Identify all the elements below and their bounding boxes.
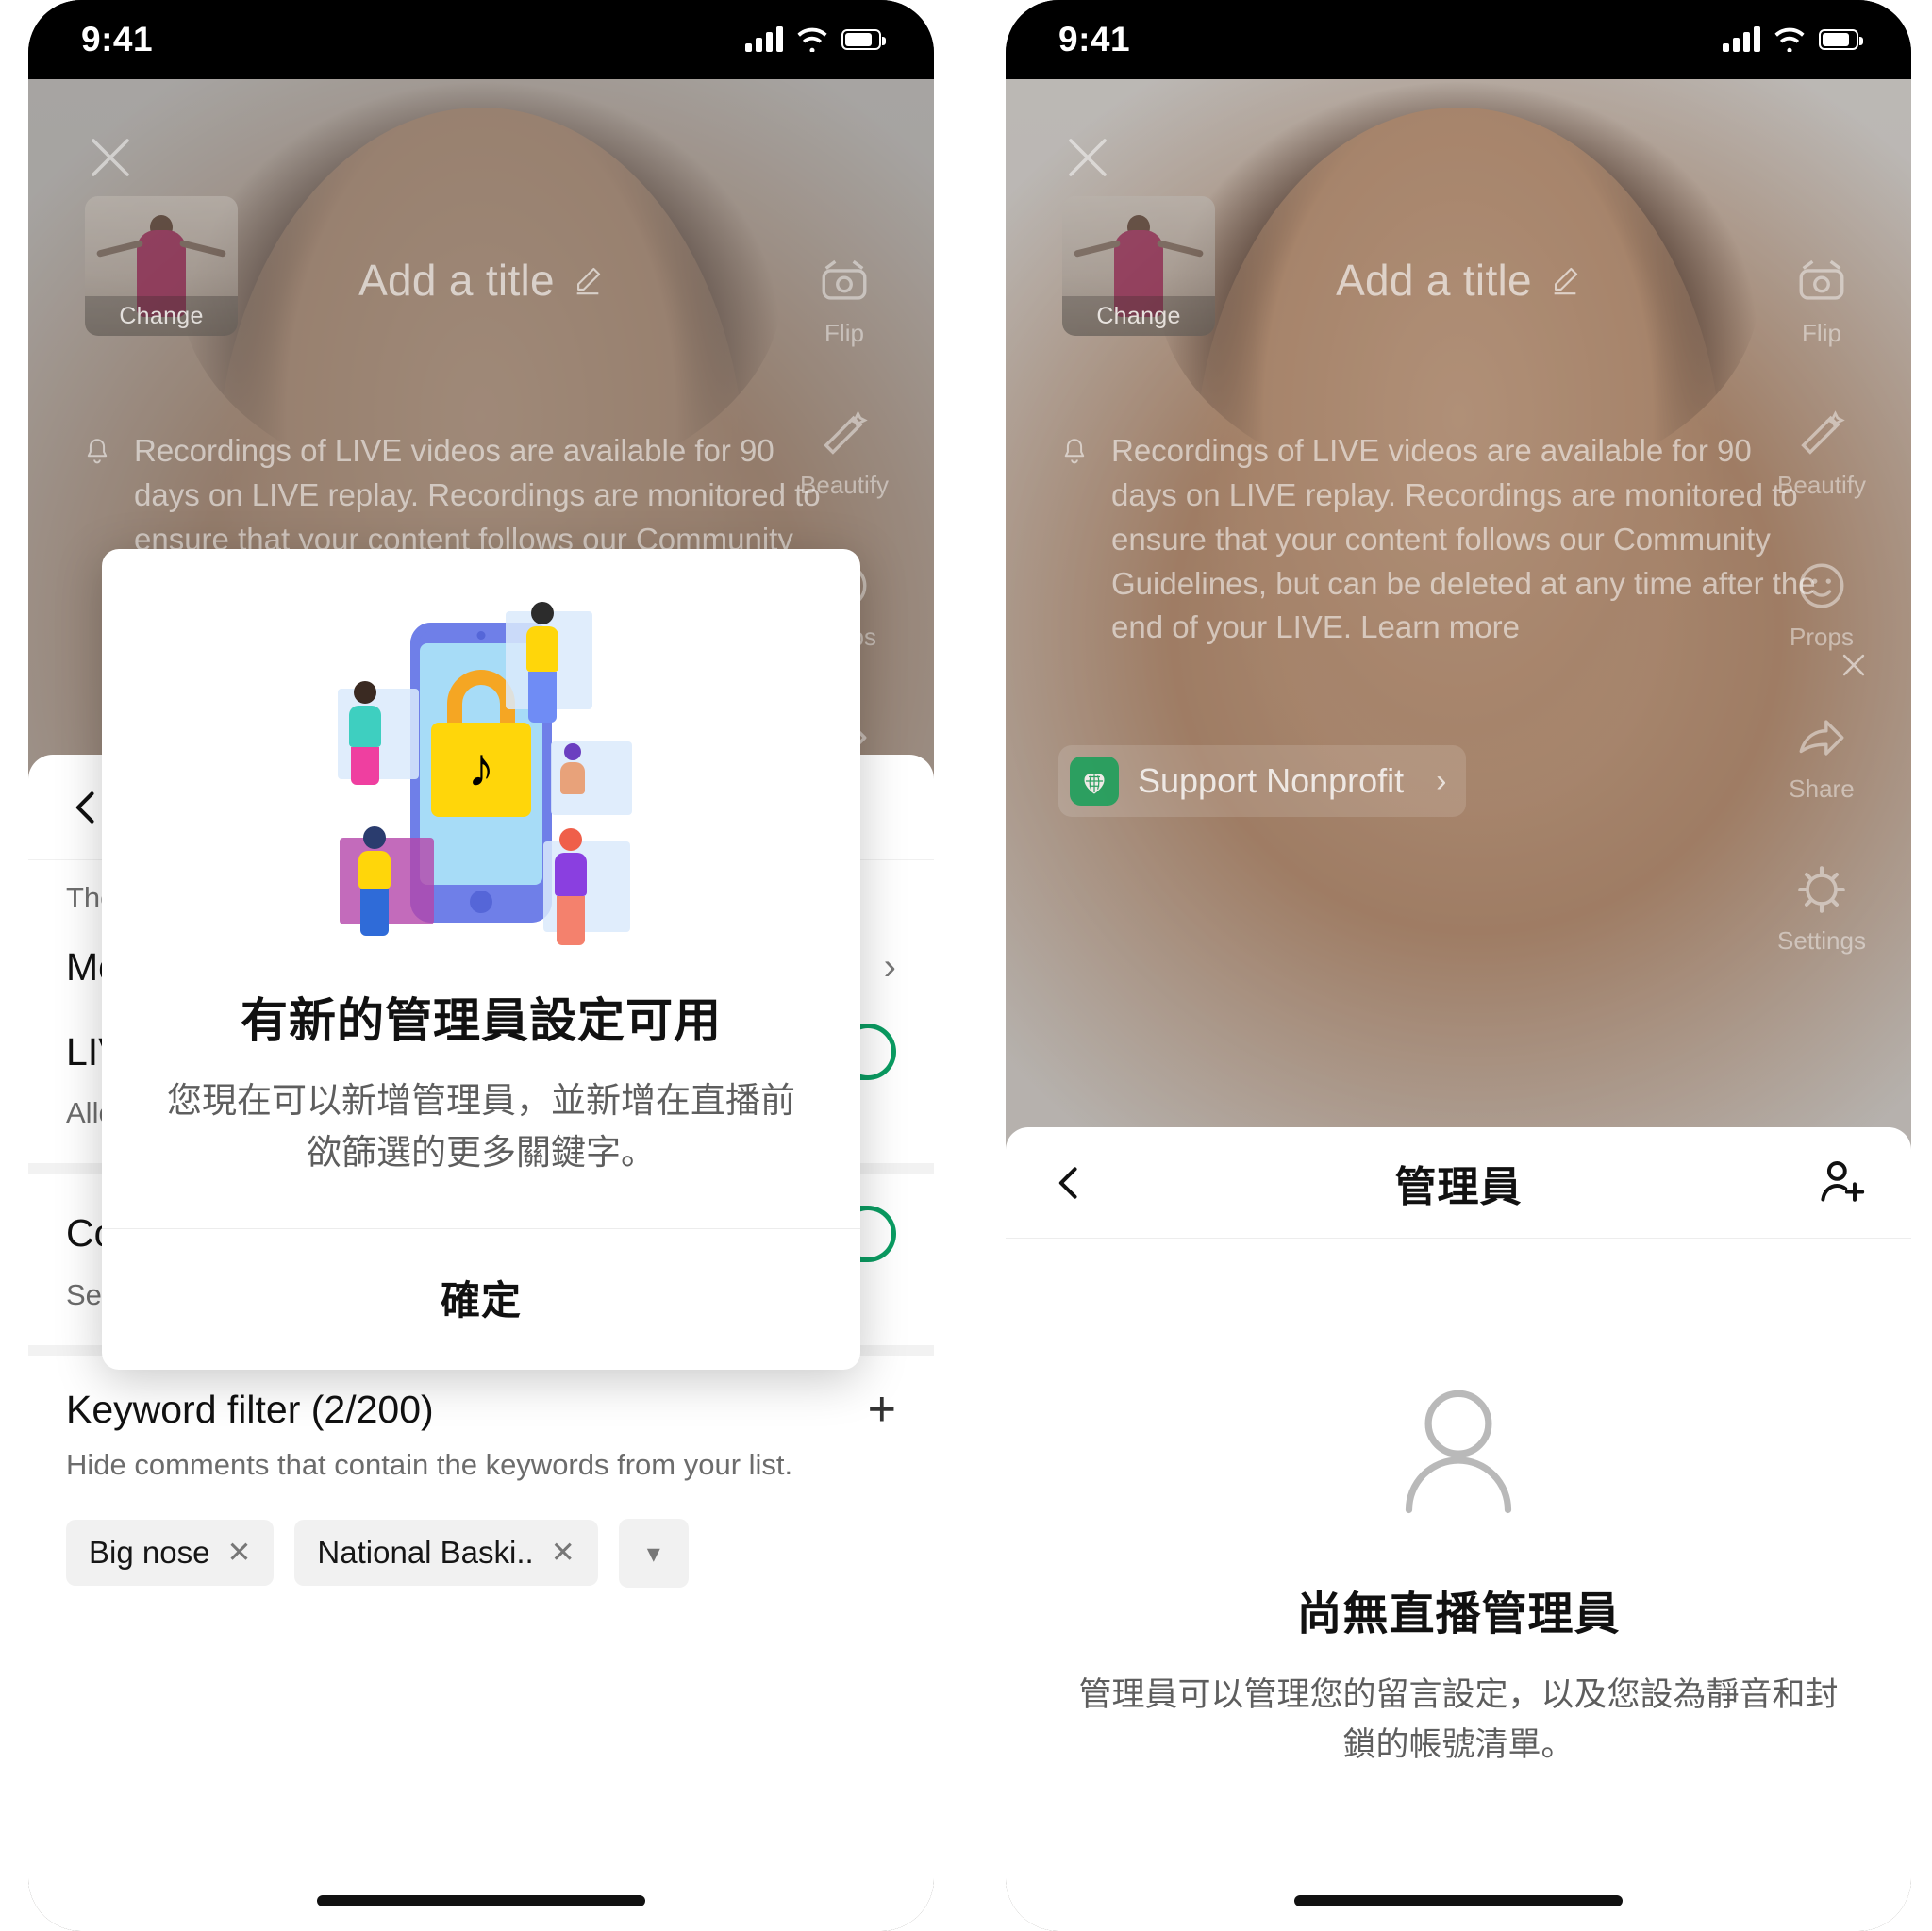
status-time: 9:41 <box>81 20 154 58</box>
wifi-icon <box>797 27 827 52</box>
new-moderator-settings-dialog: ♪ 有新的管理員設定可用 您現在可以新增管理員，並新增在直播前欲篩選的更多關鍵字… <box>102 549 860 1370</box>
live-recording-notice: Recordings of LIVE videos are available … <box>1058 429 1821 650</box>
support-nonprofit-label: Support Nonprofit <box>1138 761 1405 800</box>
rail-label: Settings <box>1777 926 1866 955</box>
rail-label: Beautify <box>1777 471 1866 499</box>
globe-heart-icon <box>1070 757 1119 806</box>
rail-item-props[interactable]: Props <box>1790 558 1854 652</box>
rail-label: Share <box>1789 774 1855 803</box>
moderator-sheet-title: 管理員 <box>1394 1163 1523 1210</box>
pencil-edit-icon <box>1549 264 1581 296</box>
gear-settings-icon <box>1794 862 1849 917</box>
cellular-signal-icon <box>1723 26 1760 52</box>
dialog-illustration: ♪ <box>102 549 860 966</box>
cellular-signal-icon <box>745 26 783 52</box>
live-controls-rail-right: Flip Beautify Props Share Settings <box>1751 255 1892 956</box>
battery-icon <box>841 29 886 50</box>
moderator-empty-description: 管理員可以管理您的留言設定，以及您設為靜音和封鎖的帳號清單。 <box>1078 1676 1839 1763</box>
two-phone-mockup-stage: 9:41 Change Add a title Recordings of LI… <box>0 0 1932 1931</box>
status-icons <box>745 26 886 52</box>
tiktok-note-glyph: ♪ <box>467 737 495 798</box>
moderator-empty-state: 尚無直播管理員 管理員可以管理您的留言設定，以及您設為靜音和封鎖的帳號清單。 <box>1006 1239 1911 1931</box>
phone-left: 9:41 Change Add a title Recordings of LI… <box>28 0 934 1931</box>
rail-item-share[interactable]: Share <box>1789 710 1855 804</box>
phone-right: 9:41 Change Add a title Recordings of LI… <box>1006 0 1911 1931</box>
person-placeholder-icon <box>1388 1380 1529 1522</box>
moderator-sheet-header: 管理員 <box>1006 1127 1911 1239</box>
rail-item-settings[interactable]: Settings <box>1777 862 1866 956</box>
live-recording-notice-text: Recordings of LIVE videos are available … <box>1111 433 1816 645</box>
status-bar-left: 9:41 <box>28 0 934 79</box>
magic-wand-icon <box>1794 407 1849 461</box>
status-bar-right: 9:41 <box>1006 0 1911 79</box>
dialog-confirm-button[interactable]: 確定 <box>102 1229 860 1370</box>
flip-camera-icon <box>1794 255 1849 309</box>
rail-label: Props <box>1790 623 1854 651</box>
add-title-placeholder: Add a title <box>1336 256 1532 305</box>
wifi-icon <box>1774 27 1805 52</box>
status-time: 9:41 <box>1058 20 1131 58</box>
rail-item-flip[interactable]: Flip <box>1794 255 1849 348</box>
close-small-icon[interactable] <box>1838 649 1870 681</box>
share-arrow-icon <box>1794 710 1849 765</box>
home-indicator-left <box>317 1895 645 1906</box>
close-x-icon[interactable] <box>1062 132 1113 183</box>
battery-icon <box>1819 29 1863 50</box>
add-person-icon[interactable] <box>1815 1157 1868 1209</box>
dialog-title: 有新的管理員設定可用 <box>241 994 722 1047</box>
smiley-face-icon <box>1794 558 1849 613</box>
moderator-sheet: 管理員 尚無直播管理員 管理員可以管理您的留言設定，以及您設為靜音和封鎖的帳號清… <box>1006 1127 1911 1931</box>
support-nonprofit-button[interactable]: Support Nonprofit › <box>1058 745 1466 817</box>
home-indicator-right <box>1294 1895 1623 1906</box>
chevron-right-icon: › <box>1436 762 1447 799</box>
moderator-empty-title: 尚無直播管理員 <box>1296 1590 1621 1640</box>
rail-item-beautify[interactable]: Beautify <box>1777 407 1866 500</box>
dialog-body: 您現在可以新增管理員，並新增在直播前欲篩選的更多關鍵字。 <box>167 1081 795 1172</box>
rail-label: Flip <box>1802 319 1841 347</box>
bell-icon <box>1058 435 1091 469</box>
status-icons <box>1723 26 1863 52</box>
